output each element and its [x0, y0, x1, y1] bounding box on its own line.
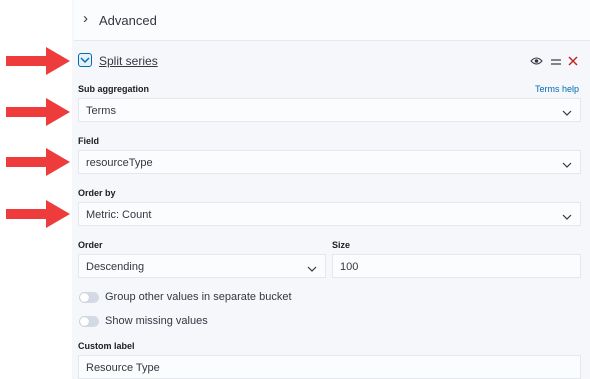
size-input[interactable]: 100 [332, 254, 581, 278]
header-actions [527, 53, 578, 67]
split-series-header: Split series [78, 52, 580, 72]
field-select[interactable]: resourceType [78, 150, 581, 174]
chevron-down-icon [562, 211, 572, 223]
chevron-down-icon [80, 57, 90, 63]
red-arrow-icon [6, 148, 70, 176]
terms-help-link[interactable]: Terms help [535, 84, 579, 94]
order-label: Order [78, 240, 103, 250]
advanced-section-toggle[interactable]: › Advanced [74, 0, 590, 41]
sub-aggregation-select[interactable]: Terms [78, 98, 581, 122]
split-series-title[interactable]: Split series [99, 54, 158, 68]
show-missing-switch[interactable] [79, 316, 99, 327]
order-value: Descending [86, 261, 145, 273]
sub-aggregation-label: Sub aggregation [78, 84, 150, 94]
show-missing-label: Show missing values [105, 315, 208, 327]
custom-label-input[interactable]: Resource Type [78, 355, 581, 379]
order-by-select[interactable]: Metric: Count [78, 202, 581, 226]
chevron-down-icon [562, 107, 572, 119]
close-icon[interactable] [568, 53, 578, 71]
chevron-down-icon [307, 263, 317, 275]
chevron-down-icon [562, 159, 572, 171]
order-select[interactable]: Descending [78, 254, 326, 278]
eye-icon[interactable] [530, 53, 543, 71]
red-arrow-icon [6, 47, 70, 75]
field-label: Field [78, 136, 100, 146]
custom-label-label: Custom label [78, 341, 135, 351]
red-arrow-icon [6, 200, 70, 228]
size-value: 100 [340, 261, 359, 273]
custom-label-value: Resource Type [86, 362, 160, 374]
drag-handle-icon[interactable] [550, 53, 561, 71]
field-value: resourceType [86, 157, 153, 169]
group-other-label: Group other values in separate bucket [105, 291, 292, 303]
group-other-switch[interactable] [79, 292, 99, 303]
split-series-collapse-button[interactable] [78, 53, 92, 67]
size-label: Size [332, 240, 351, 250]
chevron-right-icon: › [83, 10, 88, 27]
red-arrow-icon [6, 98, 70, 126]
sub-aggregation-value: Terms [86, 105, 116, 117]
advanced-label: Advanced [99, 13, 157, 28]
order-by-value: Metric: Count [86, 209, 152, 221]
order-by-label: Order by [78, 188, 116, 198]
